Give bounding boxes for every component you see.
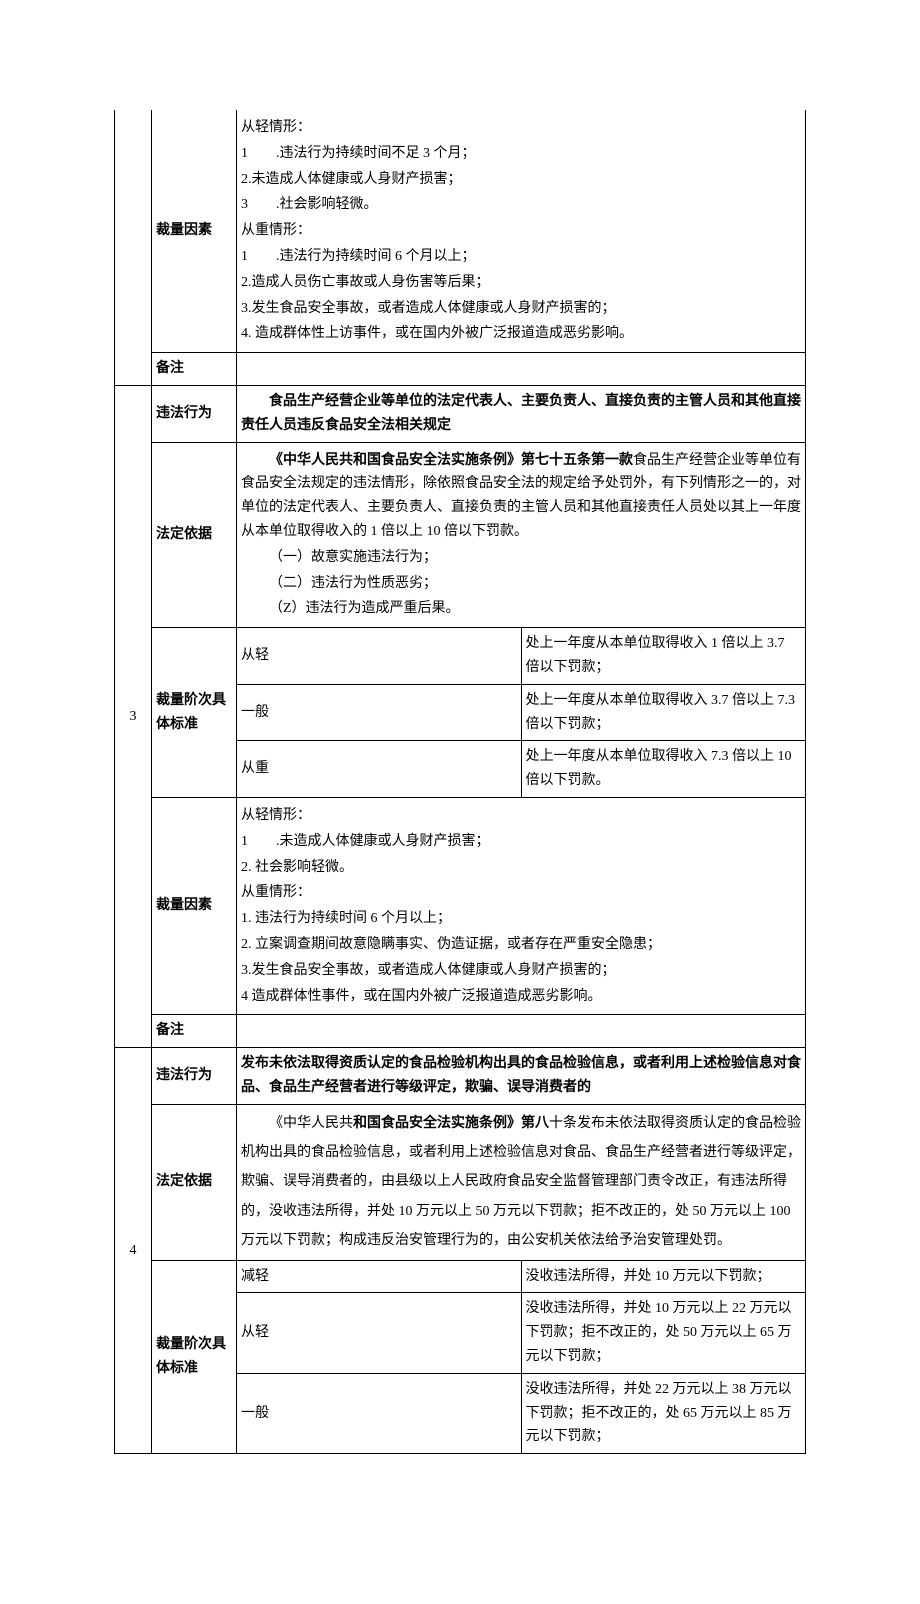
- violation-content: 食品生产经营企业等单位的法定代表人、主要负责人、直接负责的主管人员和其他直接责任…: [237, 385, 806, 442]
- violation-label: 违法行为: [152, 1048, 237, 1105]
- remark-label: 备注: [152, 1015, 237, 1048]
- level-name: 一般: [237, 684, 522, 741]
- violation-label: 违法行为: [152, 385, 237, 442]
- basis-content: 《中华人民共和国食品安全法实施条例》第七十五条第一款食品生产经营企业等单位有食品…: [237, 442, 806, 628]
- basis-content: 《中华人民共和国食品安全法实施条例》第八十条发布未依法取得资质认定的食品检验机构…: [237, 1104, 806, 1260]
- table-row: 裁量因素 从轻情形：1 .未造成人体健康或人身财产损害；2. 社会影响轻微。从重…: [115, 797, 806, 1014]
- level-name: 从重: [237, 741, 522, 798]
- regulation-table: 裁量因素 从轻情形：1 .违法行为持续时间不足 3 个月；2.未造成人体健康或人…: [114, 110, 806, 1454]
- table-row: 3 违法行为 食品生产经营企业等单位的法定代表人、主要负责人、直接负责的主管人员…: [115, 385, 806, 442]
- remark-content: [237, 1015, 806, 1048]
- table-row: 法定依据 《中华人民共和国食品安全法实施条例》第八十条发布未依法取得资质认定的食…: [115, 1104, 806, 1260]
- remark-label: 备注: [152, 353, 237, 386]
- basis-label: 法定依据: [152, 442, 237, 628]
- table-row: 裁量因素 从轻情形：1 .违法行为持续时间不足 3 个月；2.未造成人体健康或人…: [115, 110, 806, 353]
- level-name: 从轻: [237, 1293, 522, 1373]
- level-text: 处上一年度从本单位取得收入 7.3 倍以上 10 倍以下罚款。: [521, 741, 806, 798]
- violation-content: 发布未依法取得资质认定的食品检验机构出具的食品检验信息，或者利用上述检验信息对食…: [237, 1048, 806, 1105]
- level-text: 没收违法所得，并处 10 万元以下罚款；: [521, 1260, 806, 1293]
- table-row: 裁量阶次具体标准 减轻 没收违法所得，并处 10 万元以下罚款；: [115, 1260, 806, 1293]
- table-row: 备注: [115, 353, 806, 386]
- factors-label: 裁量因素: [152, 797, 237, 1014]
- factors-content: 从轻情形：1 .违法行为持续时间不足 3 个月；2.未造成人体健康或人身财产损害…: [237, 110, 806, 353]
- level-text: 处上一年度从本单位取得收入 1 倍以上 3.7 倍以下罚款；: [521, 628, 806, 685]
- factors-label: 裁量因素: [152, 110, 237, 353]
- document-page: 裁量因素 从轻情形：1 .违法行为持续时间不足 3 个月；2.未造成人体健康或人…: [0, 0, 920, 1604]
- table-row: 法定依据 《中华人民共和国食品安全法实施条例》第七十五条第一款食品生产经营企业等…: [115, 442, 806, 628]
- basis-label: 法定依据: [152, 1104, 237, 1260]
- level-name: 减轻: [237, 1260, 522, 1293]
- level-name: 从轻: [237, 628, 522, 685]
- level-text: 处上一年度从本单位取得收入 3.7 倍以上 7.3 倍以下罚款；: [521, 684, 806, 741]
- table-row: 4 违法行为 发布未依法取得资质认定的食品检验机构出具的食品检验信息，或者利用上…: [115, 1048, 806, 1105]
- factors-content: 从轻情形：1 .未造成人体健康或人身财产损害；2. 社会影响轻微。从重情形：1.…: [237, 797, 806, 1014]
- section-number-cell: 3: [115, 385, 152, 1047]
- level-text: 没收违法所得，并处 10 万元以上 22 万元以下罚款；拒不改正的，处 50 万…: [521, 1293, 806, 1373]
- levels-label: 裁量阶次具体标准: [152, 1260, 237, 1454]
- remark-content: [237, 353, 806, 386]
- levels-label: 裁量阶次具体标准: [152, 628, 237, 798]
- section-number-cell: 4: [115, 1048, 152, 1454]
- table-row: 备注: [115, 1015, 806, 1048]
- section-number-cell: [115, 110, 152, 385]
- table-row: 裁量阶次具体标准 从轻 处上一年度从本单位取得收入 1 倍以上 3.7 倍以下罚…: [115, 628, 806, 685]
- level-name: 一般: [237, 1373, 522, 1453]
- level-text: 没收违法所得，并处 22 万元以上 38 万元以下罚款；拒不改正的，处 65 万…: [521, 1373, 806, 1453]
